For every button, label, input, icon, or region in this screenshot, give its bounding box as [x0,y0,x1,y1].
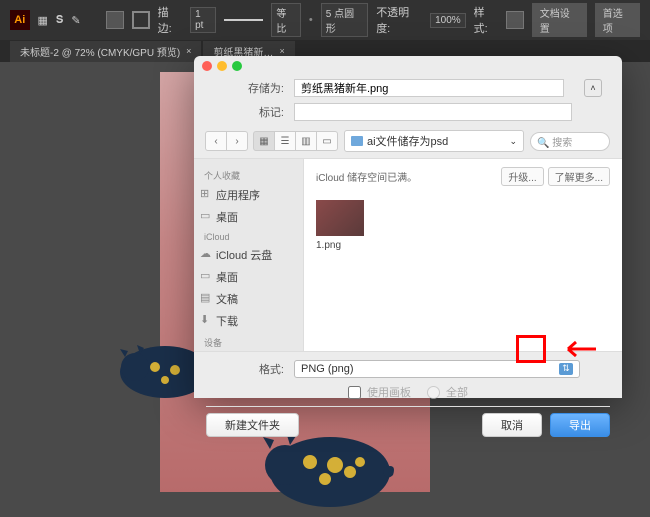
browser-nav: ‹ › ▦ ☰ ▥ ▭ ai文件储存为psd ⌄ 🔍 搜索 [194,124,622,159]
dialog-titlebar[interactable] [194,56,622,76]
stroke-swatch[interactable] [132,11,150,29]
zoom-window-button[interactable] [232,61,242,71]
column-view-button[interactable]: ▥ [295,131,317,151]
save-as-label: 存储为: [194,80,294,96]
folder-dropdown[interactable]: ai文件储存为psd ⌄ [344,130,524,152]
collapse-button[interactable]: ˄ [584,79,602,97]
close-icon[interactable]: × [186,46,191,56]
stroke-label: 描边: [158,4,182,36]
new-folder-button[interactable]: 新建文件夹 [206,413,299,437]
folder-name: ai文件储存为psd [367,133,448,149]
type-icon[interactable]: 𝐒 [56,14,64,27]
brush-icon[interactable]: ✎ [71,14,80,27]
all-label: 全部 [446,384,468,400]
learn-more-button[interactable]: 了解更多... [548,167,610,186]
minimize-window-button[interactable] [217,61,227,71]
export-button[interactable]: 导出 [550,413,610,437]
opacity-input[interactable]: 100% [430,13,466,28]
fill-swatch[interactable] [106,11,124,29]
forward-button[interactable]: › [226,131,248,151]
close-window-button[interactable] [202,61,212,71]
file-thumbnail[interactable] [316,200,364,236]
search-input[interactable]: 🔍 搜索 [530,132,610,151]
finder-sidebar: 个人收藏 应用程序 桌面 iCloud iCloud 云盘 桌面 文稿 下载 设… [194,159,304,351]
format-value: PNG (png) [301,363,354,375]
stroke-weight-input[interactable]: 1 pt [190,7,216,33]
sidebar-item-apps[interactable]: 应用程序 [194,184,303,206]
back-button[interactable]: ‹ [205,131,227,151]
file-browser-content: iCloud 储存空间已满。 升级... 了解更多... 1.png [304,159,622,351]
tab-doc-1[interactable]: 未标题-2 @ 72% (CMYK/GPU 预览) × [10,41,201,62]
app-toolbar: Ai ▦ 𝐒 ✎ 描边: 1 pt 等比 • 5 点圆形 不透明度: 100% … [0,0,650,40]
icon-view-button[interactable]: ▦ [253,131,275,151]
app-icon: Ai [10,10,30,30]
uniform-dropdown[interactable]: 等比 [271,3,301,37]
stroke-style-dropdown[interactable] [224,19,263,21]
list-view-button[interactable]: ☰ [274,131,296,151]
cancel-button[interactable]: 取消 [482,413,542,437]
style-swatch[interactable] [506,11,524,29]
sidebar-item-documents[interactable]: 文稿 [194,288,303,310]
upgrade-button[interactable]: 升级... [501,167,543,186]
annotation-arrow-icon [558,338,598,360]
use-artboards-label: 使用画板 [367,384,411,400]
format-label: 格式: [206,361,294,377]
ruler-icon[interactable]: ▦ [38,14,48,27]
close-icon[interactable]: × [279,46,284,56]
sidebar-head-devices: 设备 [194,332,303,351]
prefs-button[interactable]: 首选项 [595,3,640,37]
sidebar-item-downloads[interactable]: 下载 [194,310,303,332]
brush-dropdown[interactable]: 5 点圆形 [321,3,368,37]
dropdown-arrow-icon: ⇅ [559,363,573,375]
dialog-footer: 格式: PNG (png) ⇅ 使用画板 全部 新建文件夹 取消 导出 [194,351,622,445]
style-label: 样式: [474,4,498,36]
filename-input[interactable] [294,79,564,97]
gallery-view-button[interactable]: ▭ [316,131,338,151]
all-radio [427,386,440,399]
sidebar-item-desktop2[interactable]: 桌面 [194,266,303,288]
file-label: 1.png [316,240,610,251]
tags-input[interactable] [294,103,572,121]
tags-label: 标记: [194,104,294,120]
doc-setup-button[interactable]: 文档设置 [532,3,587,37]
folder-icon [351,136,363,146]
annotation-highlight-box [516,335,546,363]
sidebar-head-favorites: 个人收藏 [194,165,303,184]
opacity-label: 不透明度: [376,4,422,36]
sidebar-head-icloud: iCloud [194,228,303,244]
sidebar-item-desktop[interactable]: 桌面 [194,206,303,228]
tab-label: 未标题-2 @ 72% (CMYK/GPU 预览) [20,44,180,59]
icloud-warning: iCloud 储存空间已满。 [316,169,417,184]
sidebar-item-icloud[interactable]: iCloud 云盘 [194,244,303,266]
use-artboards-checkbox[interactable] [348,386,361,399]
